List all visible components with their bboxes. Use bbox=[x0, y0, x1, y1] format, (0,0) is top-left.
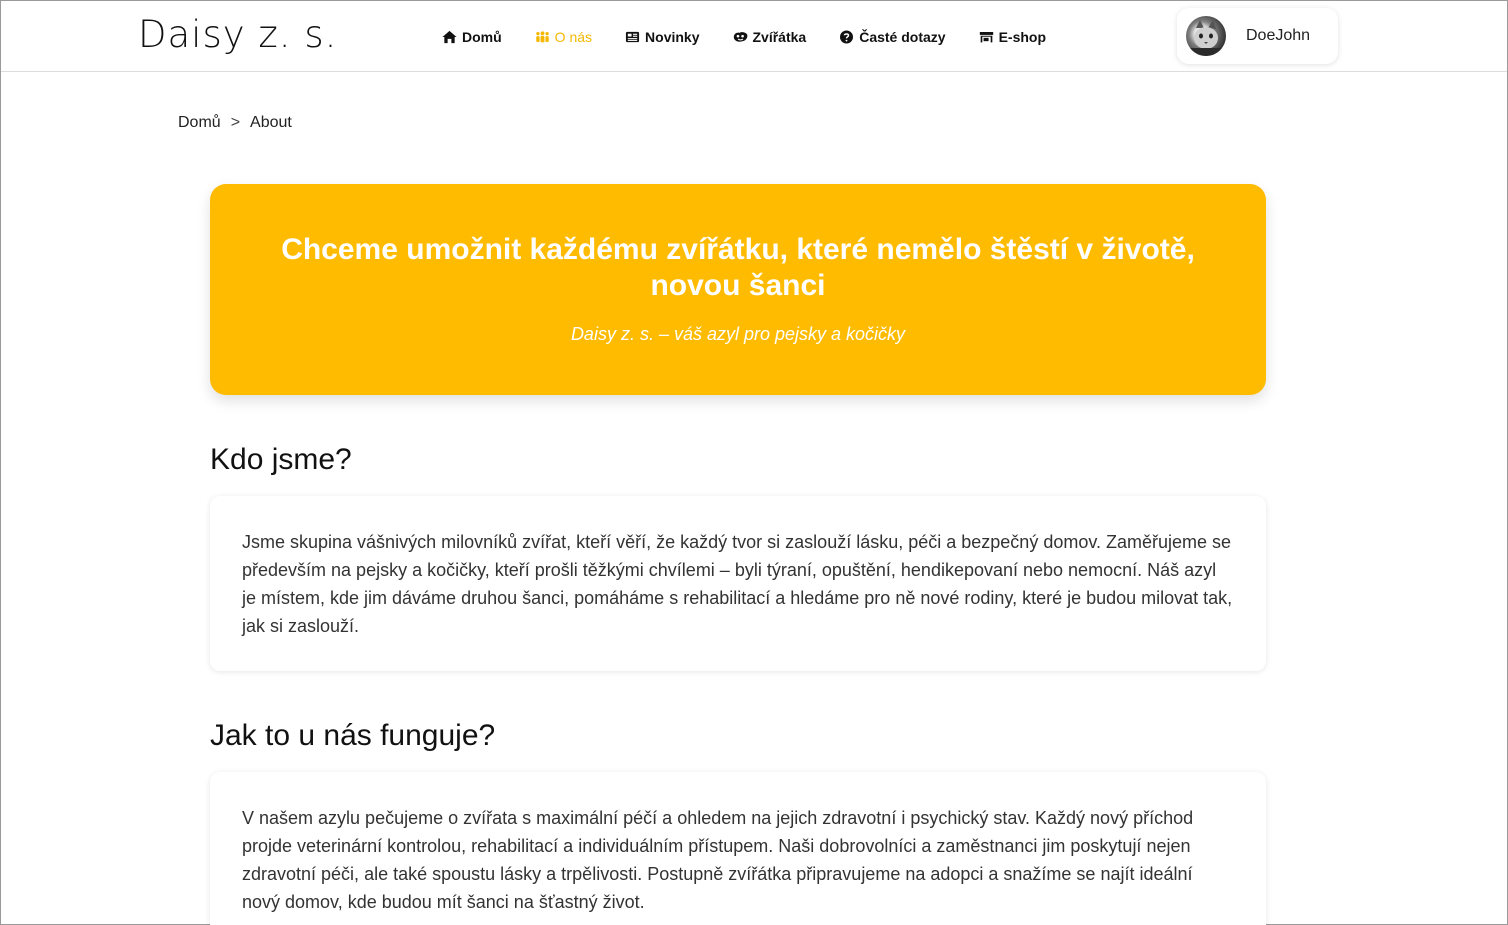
breadcrumb-separator: > bbox=[230, 114, 241, 131]
brand-logo[interactable]: Daisy z. s. bbox=[138, 13, 337, 56]
section-text: Jsme skupina vášnivých milovníků zvířat,… bbox=[242, 532, 1233, 636]
hero-title: Chceme umožnit každému zvířátku, které n… bbox=[281, 233, 1195, 302]
store-icon bbox=[978, 30, 995, 44]
nav-label: O nás bbox=[554, 29, 593, 45]
breadcrumb: Domů > About bbox=[178, 114, 292, 132]
section-card-how-it-works: V našem azylu pečujeme o zvířata s maxim… bbox=[210, 772, 1266, 925]
nav-label: Časté dotazy bbox=[859, 29, 946, 45]
section-title-who-we-are: Kdo jsme? bbox=[210, 443, 352, 476]
nav-label: Novinky bbox=[645, 29, 700, 45]
section-title-how-it-works: Jak to u nás funguje? bbox=[210, 719, 496, 752]
section-text: V našem azylu pečujeme o zvířata s maxim… bbox=[242, 808, 1194, 912]
question-icon bbox=[838, 30, 855, 44]
navbar: Daisy z. s. Domů O nás Novinky Zvířátka … bbox=[1, 1, 1507, 72]
hero-banner: Chceme umožnit každému zvířátku, které n… bbox=[210, 184, 1266, 395]
nav-label: E-shop bbox=[998, 29, 1047, 45]
breadcrumb-home-link[interactable]: Domů bbox=[178, 114, 221, 132]
people-icon bbox=[534, 30, 551, 44]
newspaper-icon bbox=[624, 30, 641, 44]
username: DoeJohn bbox=[1246, 27, 1311, 44]
home-icon bbox=[441, 30, 458, 44]
nav-label: Zvířátka bbox=[752, 29, 807, 45]
nav-item-about[interactable]: O nás bbox=[534, 29, 592, 45]
breadcrumb-current: About bbox=[250, 114, 292, 131]
user-menu-button[interactable]: DoeJohn bbox=[1177, 8, 1338, 64]
nav-item-animals[interactable]: Zvířátka bbox=[732, 29, 807, 45]
section-card-who-we-are: Jsme skupina vášnivých milovníků zvířat,… bbox=[210, 496, 1266, 671]
hero-subtitle: Daisy z. s. – váš azyl pro pejsky a koči… bbox=[570, 324, 906, 344]
main-nav: Domů O nás Novinky Zvířátka Časté dotazy… bbox=[441, 25, 1078, 49]
paw-icon bbox=[732, 30, 749, 44]
nav-item-eshop[interactable]: E-shop bbox=[978, 29, 1046, 45]
nav-item-faq[interactable]: Časté dotazy bbox=[838, 29, 946, 45]
nav-item-home[interactable]: Domů bbox=[441, 29, 502, 45]
avatar bbox=[1186, 16, 1226, 56]
nav-item-news[interactable]: Novinky bbox=[624, 29, 700, 45]
nav-label: Domů bbox=[462, 29, 502, 45]
